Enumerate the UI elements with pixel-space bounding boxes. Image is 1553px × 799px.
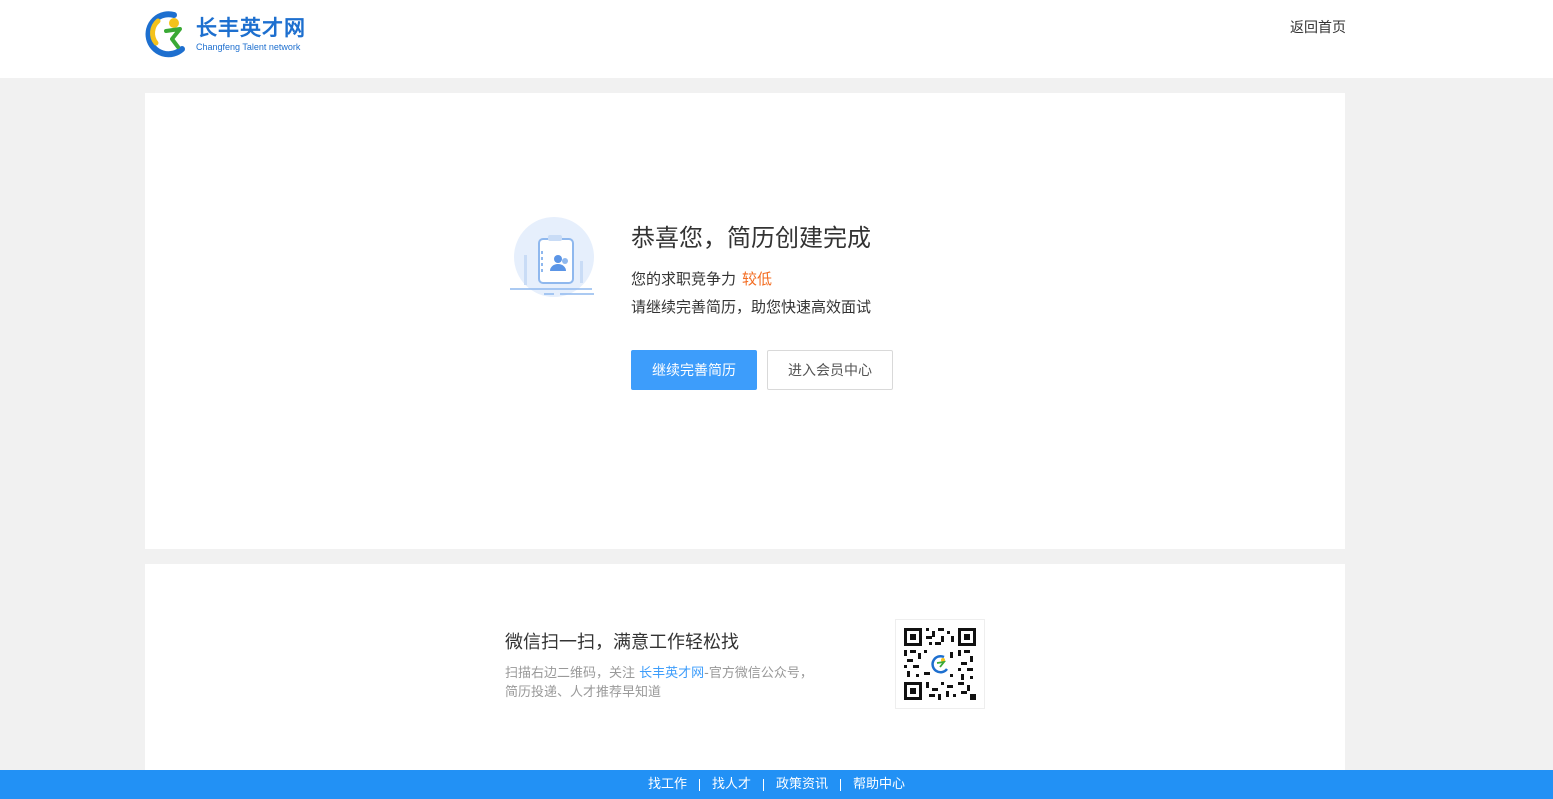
- qr-desc-line2: 简历投递、人才推荐早知道: [505, 685, 662, 700]
- member-center-button[interactable]: 进入会员中心: [767, 350, 893, 390]
- logo-icon: [144, 9, 192, 59]
- qr-desc-suffix: -官方微信公众号，: [704, 666, 813, 681]
- success-title: 恭喜您，简历创建完成: [631, 224, 871, 252]
- qr-desc-prefix: 扫描右边二维码，关注: [505, 666, 640, 681]
- wechat-qr-code: [895, 619, 985, 709]
- success-panel: 恭喜您，简历创建完成 您的求职竞争力 较低 请继续完善简历，助您快速高效面试 继续…: [145, 93, 1345, 549]
- logo-text: 长丰英才网 Changfeng Talent network: [196, 15, 306, 53]
- site-header: 长丰英才网 Changfeng Talent network 返回首页: [0, 0, 1553, 78]
- continue-resume-button[interactable]: 继续完善简历: [631, 350, 757, 390]
- improve-hint: 请继续完善简历，助您快速高效面试: [631, 298, 872, 316]
- logo-name-cn: 长丰英才网: [196, 16, 306, 40]
- qr-code-icon: [904, 628, 976, 700]
- logo-name-en: Changfeng Talent network: [196, 42, 301, 52]
- wechat-qr-panel: 微信扫一扫，满意工作轻松找 扫描右边二维码，关注 长丰英才网-官方微信公众号， …: [145, 564, 1345, 779]
- qr-description: 扫描右边二维码，关注 长丰英才网-官方微信公众号， 简历投递、人才推荐早知道: [505, 664, 845, 702]
- competitiveness-label: 您的求职竞争力: [631, 270, 737, 288]
- site-footer: 找工作 找人才 政策资讯 帮助中心: [0, 770, 1553, 799]
- resume-contact-icon: [510, 217, 600, 299]
- qr-title: 微信扫一扫，满意工作轻松找: [505, 632, 739, 653]
- footer-link-help-center[interactable]: 帮助中心: [841, 777, 917, 792]
- footer-link-policy-news[interactable]: 政策资讯: [764, 777, 840, 792]
- site-logo[interactable]: 长丰英才网 Changfeng Talent network: [144, 8, 324, 60]
- competitiveness-level: 较低: [742, 270, 773, 288]
- footer-link-find-job[interactable]: 找工作: [636, 777, 699, 792]
- qr-desc-brand: 长丰英才网: [639, 666, 705, 681]
- back-home-link[interactable]: 返回首页: [1290, 17, 1346, 37]
- competitiveness-line: 您的求职竞争力 较低: [631, 268, 772, 289]
- footer-link-find-talent[interactable]: 找人才: [700, 777, 763, 792]
